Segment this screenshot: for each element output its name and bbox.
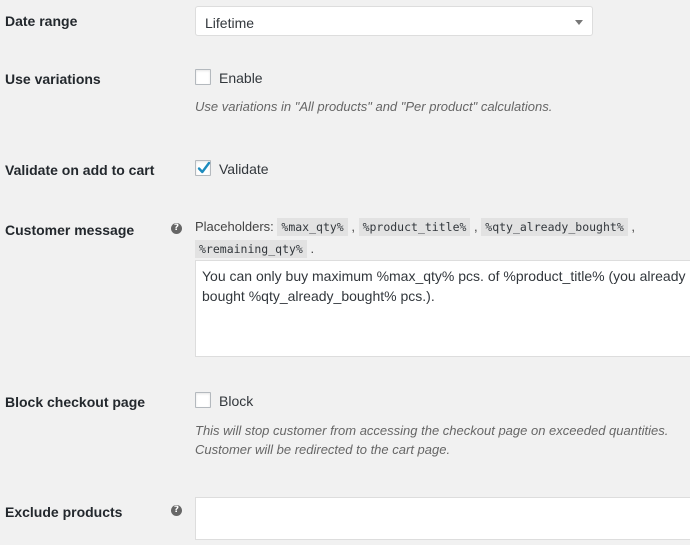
exclude-products-input[interactable] bbox=[195, 497, 690, 540]
use-variations-label: Use variations bbox=[5, 71, 101, 87]
placeholder-code: %max_qty% bbox=[277, 218, 348, 236]
date-range-label: Date range bbox=[5, 13, 78, 29]
help-icon[interactable]: ? bbox=[171, 505, 182, 516]
customer-message-textarea[interactable]: You can only buy maximum %max_qty% pcs. … bbox=[195, 260, 690, 357]
help-icon[interactable]: ? bbox=[171, 223, 182, 234]
use-variations-checkbox[interactable] bbox=[195, 69, 211, 85]
block-checkout-label: Block checkout page bbox=[5, 394, 146, 410]
validate-checkbox-label[interactable]: Validate bbox=[219, 161, 269, 177]
chevron-down-icon bbox=[575, 20, 583, 25]
placeholder-code: %qty_already_bought% bbox=[481, 218, 628, 236]
validate-label: Validate on add to cart bbox=[5, 162, 155, 178]
exclude-products-label: Exclude products bbox=[5, 504, 123, 520]
placeholder-code: %remaining_qty% bbox=[195, 240, 307, 258]
use-variations-description: Use variations in "All products" and "Pe… bbox=[195, 99, 553, 114]
date-range-select[interactable]: Lifetime bbox=[195, 6, 593, 36]
checkmark-icon bbox=[197, 161, 211, 174]
validate-checkbox[interactable] bbox=[195, 160, 211, 176]
placeholders-label: Placeholders: bbox=[195, 219, 274, 234]
customer-message-label: Customer message bbox=[5, 222, 135, 238]
block-checkout-checkbox[interactable] bbox=[195, 392, 211, 408]
placeholder-code: %product_title% bbox=[358, 218, 471, 236]
date-range-value: Lifetime bbox=[205, 15, 255, 31]
block-checkout-description-2: Customer will be redirected to the cart … bbox=[195, 442, 451, 457]
placeholders-info: Placeholders: %max_qty% , %product_title… bbox=[195, 218, 635, 258]
block-checkout-checkbox-label[interactable]: Block bbox=[219, 393, 253, 409]
block-checkout-description-1: This will stop customer from accessing t… bbox=[195, 423, 669, 438]
use-variations-checkbox-label[interactable]: Enable bbox=[219, 70, 263, 86]
